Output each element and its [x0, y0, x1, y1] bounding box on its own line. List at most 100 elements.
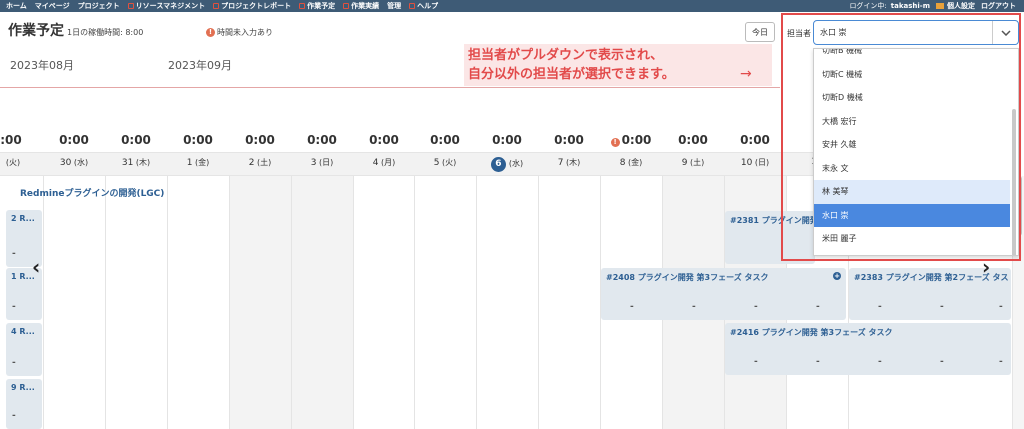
chevron-down-icon[interactable]	[992, 21, 1018, 44]
day-cell[interactable]: 7 (木)	[538, 157, 600, 168]
plugin-icon	[213, 3, 220, 9]
add-icon[interactable]: +	[833, 272, 841, 280]
task-hours: -	[754, 357, 758, 367]
nav-admin[interactable]: 管理	[387, 1, 401, 11]
plugin-icon	[299, 3, 306, 9]
day-cell[interactable]: (火)	[0, 157, 44, 168]
task-title: #2408 プラグイン開発 第3フェーズ タスク	[606, 273, 769, 282]
time-cell: 0:00	[678, 133, 708, 147]
nav-plan[interactable]: 作業予定	[299, 1, 335, 11]
task-hours: -	[12, 411, 16, 421]
page-title: 作業予定	[8, 23, 64, 39]
annotation-callout: 担当者がプルダウンで表示され、 自分以外の担当者が選択できます。 →	[464, 44, 772, 86]
day-of-week: (火)	[5, 158, 21, 167]
day-of-week: (日)	[754, 158, 770, 167]
assignee-dropdown[interactable]: 切断B 機械 切断C 機械 切断D 機械 大橋 宏行 安井 久雄 末永 文 林 …	[813, 48, 1019, 256]
dropdown-option[interactable]: 切断B 機械	[814, 49, 1010, 63]
nav-label: リソースマネジメント	[135, 2, 206, 10]
task-card[interactable]: #2408 プラグイン開発 第3フェーズ タスク + - - - -	[601, 268, 846, 320]
today-button[interactable]: 今日	[745, 22, 775, 42]
nav-label: 作業予定	[307, 2, 336, 10]
nav-resource[interactable]: リソースマネジメント	[127, 1, 206, 11]
task-card[interactable]: 9 R... -	[6, 379, 42, 429]
dropdown-option[interactable]: 末永 文	[814, 157, 1010, 181]
time-cell: 0:00	[59, 133, 89, 147]
day-cell[interactable]: 8 (金)	[600, 157, 662, 168]
task-card[interactable]: 4 R... -	[6, 323, 42, 376]
day-cell[interactable]: 3 (日)	[291, 157, 353, 168]
today-marker: 6	[490, 157, 506, 172]
month-label: 2023年09月	[168, 59, 232, 72]
dropdown-scrollbar[interactable]	[1012, 109, 1016, 255]
column-line	[414, 176, 415, 429]
nav-home[interactable]: ホーム	[6, 1, 27, 11]
day-number: 8	[619, 158, 626, 168]
task-card[interactable]: #2416 プラグイン開発 第3フェーズ タスク - - - - -	[725, 323, 1011, 375]
time-cell: 0:00	[430, 133, 460, 147]
day-cell[interactable]: 2 (土)	[229, 157, 291, 168]
logout-link[interactable]: ログアウト	[981, 1, 1016, 11]
assignee-value: 水口 崇	[820, 28, 847, 37]
time-cell: 0:00	[307, 133, 337, 147]
column-line	[291, 176, 292, 429]
mail-icon[interactable]	[936, 3, 944, 9]
task-card[interactable]: #2381 プラグイン開発	[725, 211, 815, 264]
project-title[interactable]: Redmineプラグインの開発(LGC)	[20, 186, 164, 199]
day-cell[interactable]: 9 (土)	[662, 157, 724, 168]
task-title: #2381 プラグイン開発	[730, 216, 815, 225]
day-of-week: (水)	[73, 158, 89, 167]
username[interactable]: takashi-m	[891, 2, 930, 10]
day-cell[interactable]: 10 (日)	[724, 157, 786, 168]
task-hours: -	[12, 249, 16, 259]
dropdown-option[interactable]: 安井 久雄	[814, 133, 1010, 157]
nav-projects[interactable]: プロジェクト	[78, 1, 120, 11]
dropdown-option[interactable]: 大橋 宏行	[814, 110, 1010, 134]
day-cell[interactable]: 30 (水)	[43, 157, 105, 168]
column-line	[105, 176, 106, 429]
day-cell-today[interactable]: 6 (水)	[476, 157, 538, 172]
nav-label: 作業実績	[351, 2, 380, 10]
day-of-week: (土)	[690, 158, 705, 167]
time-cell: 0:00	[740, 133, 770, 147]
annotation-line: 担当者がプルダウンで表示され、	[468, 48, 664, 63]
account-area: ログイン中: takashi-m 個人設定 ログアウト	[849, 0, 1016, 12]
nav-mypage[interactable]: マイページ	[35, 1, 70, 11]
day-cell[interactable]: 31 (木)	[105, 157, 167, 168]
nav-label: ヘルプ	[417, 2, 439, 10]
day-cell[interactable]: 1 (金)	[167, 157, 229, 168]
work-hours: 1日の稼働時間: 8:00	[67, 28, 144, 37]
scroll-right-icon[interactable]: ›	[982, 255, 990, 279]
assignee-label: 担当者	[787, 29, 811, 38]
nav-help[interactable]: ヘルプ	[409, 1, 438, 11]
dropdown-option-hovered[interactable]: 林 美琴	[814, 180, 1010, 204]
day-of-week: (日)	[319, 158, 334, 167]
time-cell: 0:00	[183, 133, 213, 147]
dropdown-option[interactable]: 米田 麗子	[814, 227, 1010, 251]
day-cell[interactable]: 4 (月)	[353, 157, 415, 168]
settings-link[interactable]: 個人設定	[947, 1, 975, 11]
task-title: 4 R...	[11, 327, 35, 336]
column-line	[538, 176, 539, 429]
task-title: 2 R...	[11, 214, 35, 223]
day-number: 3	[310, 158, 317, 168]
day-cell[interactable]: 5 (火)	[414, 157, 476, 168]
nav-report[interactable]: プロジェクトレポート	[213, 1, 291, 11]
scroll-left-icon[interactable]: ‹	[32, 255, 40, 279]
day-of-week: (土)	[257, 158, 272, 167]
task-hours: -	[940, 302, 944, 312]
warning-icon: !	[206, 28, 215, 37]
assignee-select[interactable]: 水口 崇	[813, 20, 1019, 45]
annotation-line: 自分以外の担当者が選択できます。	[468, 67, 675, 82]
time-cell: 0:00	[121, 133, 151, 147]
nav-actual[interactable]: 作業実績	[343, 1, 379, 11]
dropdown-option-selected[interactable]: 水口 崇	[814, 203, 1010, 227]
dropdown-option[interactable]: 切断C 機械	[814, 63, 1010, 87]
dropdown-option[interactable]: 切断D 機械	[814, 86, 1010, 110]
time-cell: 0:00	[245, 133, 275, 147]
arrow-right-icon: →	[740, 66, 752, 82]
time-cell: 0:00	[554, 133, 584, 147]
task-hours: -	[999, 302, 1003, 312]
warning-note: ! 時間未入力あり	[206, 27, 273, 38]
column-line	[476, 176, 477, 429]
nav-label: プロジェクト	[77, 2, 120, 10]
